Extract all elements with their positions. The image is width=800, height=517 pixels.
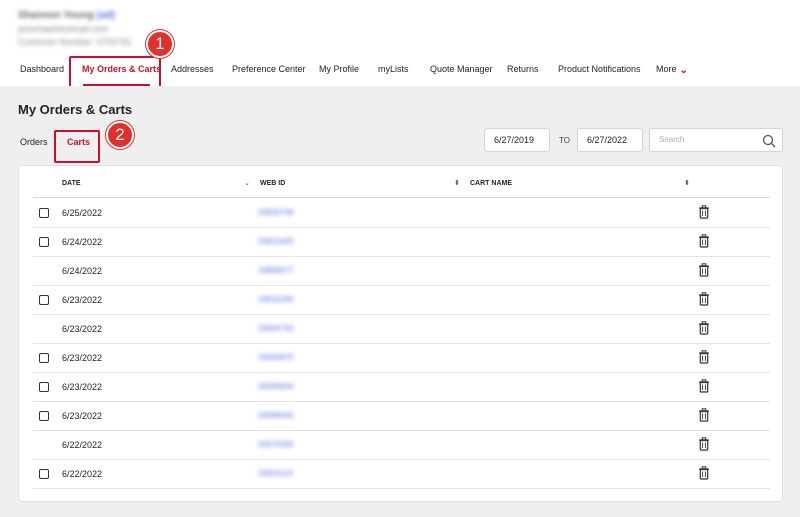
row-checkbox[interactable] [39, 469, 49, 479]
trash-icon[interactable] [698, 292, 710, 306]
user-email: jsmichaelshotmail.com [18, 24, 109, 34]
trash-icon[interactable] [698, 234, 710, 248]
row-checkbox[interactable] [39, 411, 49, 421]
carts-table: DATE ⌄ WEB ID ⬍ CART NAME ⬍ 6/25/2022 339… [18, 165, 783, 502]
trash-icon[interactable] [698, 205, 710, 219]
callout-highlight-2 [54, 130, 100, 163]
row-date: 6/22/2022 [62, 469, 103, 479]
nav-product-notifications[interactable]: Product Notifications [558, 64, 641, 74]
row-date: 6/24/2022 [62, 237, 103, 247]
callout-badge-1: 1 [146, 30, 174, 58]
user-tag: (ad) [96, 10, 116, 21]
column-header-web-id[interactable]: WEB ID [260, 180, 285, 187]
customer-number: Customer Number: 0700791 [18, 37, 132, 47]
row-web-id-link[interactable]: 33590834 [258, 382, 294, 391]
row-date: 6/23/2022 [62, 353, 103, 363]
sort-desc-icon[interactable]: ⌄ [244, 179, 250, 187]
page-title: My Orders & Carts [18, 102, 133, 117]
nav-addresses[interactable]: Addresses [171, 64, 214, 74]
trash-icon[interactable] [698, 437, 710, 451]
row-web-id-link[interactable]: 33475583 [258, 440, 294, 449]
row-web-id-link[interactable]: 33604740 [258, 324, 294, 333]
tab-orders[interactable]: Orders [20, 137, 48, 147]
table-row: 6/22/2022 33505113 [33, 460, 770, 489]
row-date: 6/23/2022 [62, 411, 103, 421]
row-date: 6/23/2022 [62, 382, 103, 392]
row-date: 6/25/2022 [62, 208, 103, 218]
table-row: 6/23/2022 33586505 [33, 402, 770, 431]
user-name: Shannon Young [18, 10, 94, 21]
table-row: 6/25/2022 33920758 [33, 199, 770, 228]
nav-mylists[interactable]: myLists [378, 64, 409, 74]
table-row: 6/24/2022 33815405 [33, 228, 770, 257]
search-input[interactable]: Search [649, 128, 783, 152]
row-date: 6/24/2022 [62, 266, 103, 276]
row-web-id-link[interactable]: 33920758 [258, 208, 294, 217]
row-web-id-link[interactable]: 33815405 [258, 237, 294, 246]
trash-icon[interactable] [698, 466, 710, 480]
search-placeholder: Search [659, 135, 685, 144]
column-header-cart-name[interactable]: CART NAME [470, 180, 512, 187]
row-checkbox[interactable] [39, 382, 49, 392]
row-date: 6/22/2022 [62, 440, 103, 450]
table-row: 6/23/2022 33604740 [33, 315, 770, 344]
main-content: My Orders & Carts Orders Carts 6/27/2019… [0, 86, 800, 517]
date-from-input[interactable]: 6/27/2019 [484, 128, 550, 152]
table-row: 6/23/2022 33632290 [33, 286, 770, 315]
trash-icon[interactable] [698, 263, 710, 277]
row-date: 6/23/2022 [62, 324, 103, 334]
sort-icon[interactable]: ⬍ [684, 179, 690, 187]
nav-more-label: More [656, 64, 677, 74]
user-name-line: Shannon Young (ad) [18, 10, 132, 21]
nav-my-profile[interactable]: My Profile [319, 64, 359, 74]
table-row: 6/22/2022 33475583 [33, 431, 770, 460]
row-checkbox[interactable] [39, 237, 49, 247]
trash-icon[interactable] [698, 408, 710, 422]
row-date: 6/23/2022 [62, 295, 103, 305]
search-icon[interactable] [762, 134, 776, 148]
row-web-id-link[interactable]: 33505113 [258, 469, 293, 478]
date-to-input[interactable]: 6/27/2022 [577, 128, 643, 152]
sort-icon[interactable]: ⬍ [454, 179, 460, 187]
trash-icon[interactable] [698, 321, 710, 335]
column-header-date[interactable]: DATE [62, 180, 81, 187]
chevron-down-icon: ⌄ [679, 65, 688, 76]
nav-preference-center[interactable]: Preference Center [232, 64, 306, 74]
table-row: 6/23/2022 33693975 [33, 344, 770, 373]
nav-returns[interactable]: Returns [507, 64, 539, 74]
row-checkbox[interactable] [39, 208, 49, 218]
row-web-id-link[interactable]: 33693975 [258, 353, 294, 362]
nav-dashboard[interactable]: Dashboard [20, 64, 64, 74]
nav-more[interactable]: More ⌄ [656, 64, 688, 76]
row-checkbox[interactable] [39, 353, 49, 363]
date-to-label: TO [559, 136, 570, 145]
nav-quote-manager[interactable]: Quote Manager [430, 64, 493, 74]
user-info: Shannon Young (ad) jsmichaelshotmail.com … [18, 10, 132, 47]
callout-badge-2: 2 [106, 121, 134, 149]
table-row: 6/24/2022 33899977 [33, 257, 770, 286]
table-row: 6/23/2022 33590834 [33, 373, 770, 402]
row-checkbox[interactable] [39, 295, 49, 305]
row-web-id-link[interactable]: 33632290 [258, 295, 294, 304]
trash-icon[interactable] [698, 379, 710, 393]
row-web-id-link[interactable]: 33899977 [258, 266, 294, 275]
header-divider [33, 197, 770, 198]
row-web-id-link[interactable]: 33586505 [258, 411, 294, 420]
trash-icon[interactable] [698, 350, 710, 364]
